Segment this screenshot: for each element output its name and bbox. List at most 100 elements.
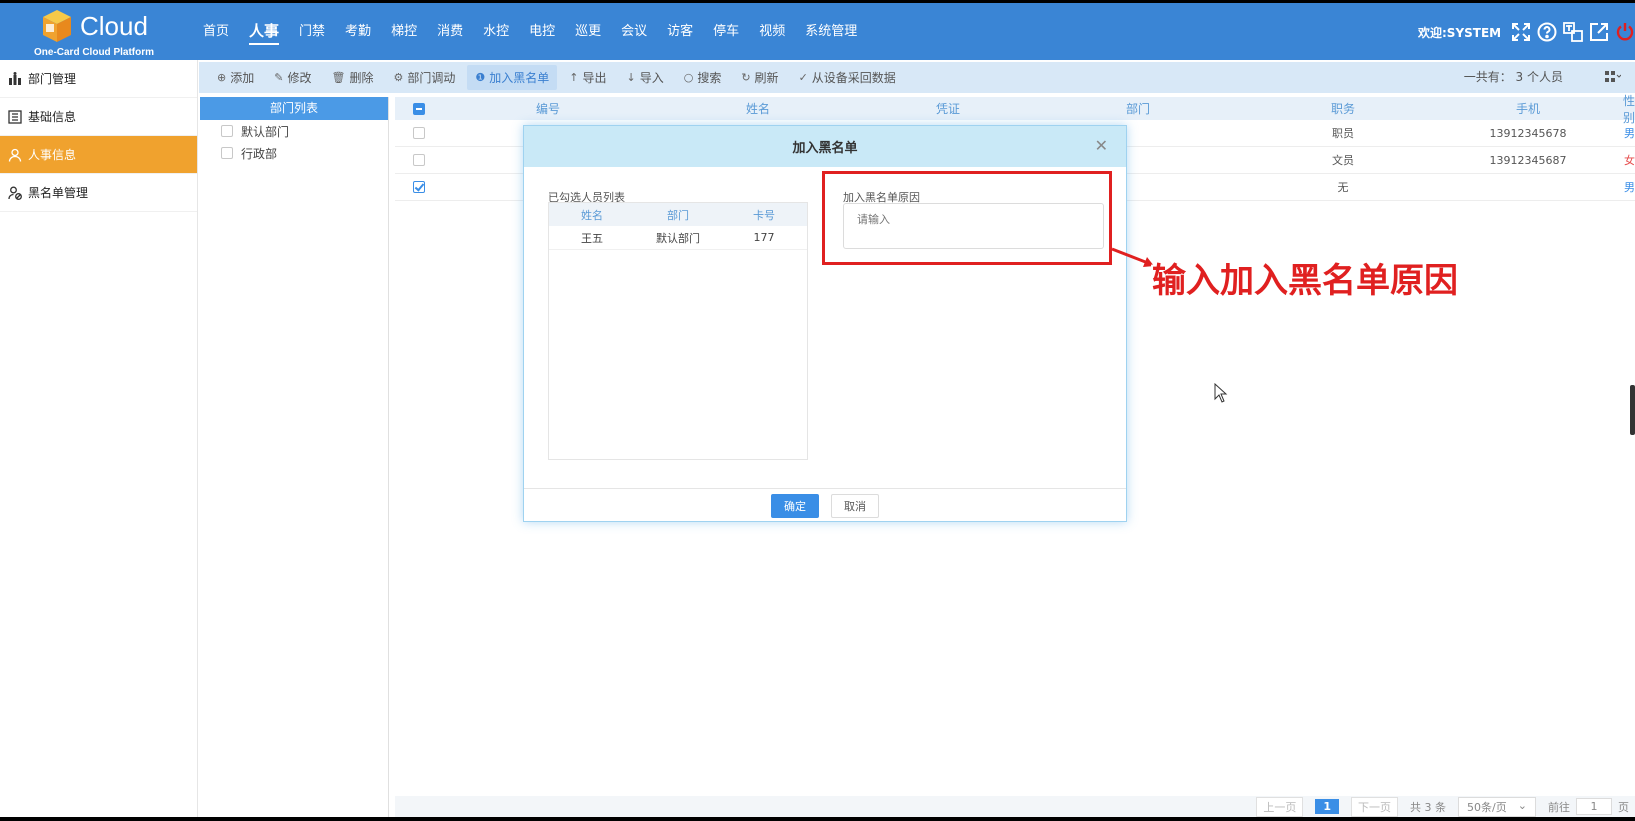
table-header: 编号 姓名 凭证 部门 职务 手机 性别 xyxy=(395,94,1635,125)
cell-gender: 男 xyxy=(1624,127,1635,140)
nav-item[interactable]: 门禁 xyxy=(299,3,325,60)
row-checkbox[interactable] xyxy=(413,127,425,139)
app-window: Cloud One-Card Cloud Platform 首页 人事 门禁 考勤 梯控… xyxy=(0,3,1635,817)
current-page[interactable]: 1 xyxy=(1315,799,1339,814)
grid-view-icon[interactable] xyxy=(1605,71,1622,85)
total-items: 共 3 条 xyxy=(1410,800,1446,814)
nav-item[interactable]: 考勤 xyxy=(345,3,371,60)
list-cell-name: 王五 xyxy=(581,231,603,245)
export-icon: ↑ xyxy=(569,71,579,84)
col-header-name[interactable]: 姓名 xyxy=(653,100,863,117)
dept-list: 默认部门 行政部 xyxy=(200,120,388,164)
nav-item[interactable]: 系统管理 xyxy=(805,3,857,60)
annotation-highlight-box xyxy=(822,171,1112,265)
toolbar-button[interactable]: ❶ 加入黑名单 xyxy=(467,65,558,90)
add-icon: ⊕ xyxy=(217,71,227,84)
col-header-id[interactable]: 编号 xyxy=(443,100,653,117)
confirm-button[interactable]: 确定 xyxy=(771,493,819,518)
toolbar-button[interactable]: ↑ 导出 xyxy=(561,65,614,90)
select-all-checkbox[interactable] xyxy=(413,102,425,115)
nav-item[interactable]: 访客 xyxy=(667,3,693,60)
col-header-phone[interactable]: 手机 xyxy=(1443,100,1613,117)
power-icon[interactable] xyxy=(1612,21,1635,43)
col-header-position[interactable]: 职务 xyxy=(1243,100,1443,117)
main-nav: 首页 人事 门禁 考勤 梯控 消费 水控 电控 巡更 会议 访客 停车 视频 系统管理 xyxy=(203,3,877,60)
col-header-gender[interactable]: 性别 xyxy=(1613,92,1635,126)
sidebar-item[interactable]: 黑名单管理 xyxy=(0,174,197,212)
org-chart-icon xyxy=(7,71,23,87)
col-header-dept[interactable]: 部门 xyxy=(1033,100,1243,117)
col-header-credential[interactable]: 凭证 xyxy=(863,100,1033,117)
total-count: 一共有： 3 个人员 xyxy=(1463,70,1563,84)
list-cell-dept: 默认部门 xyxy=(656,231,700,245)
nav-item[interactable]: 电控 xyxy=(529,3,555,60)
dept-panel-title: 部门列表 xyxy=(200,97,388,120)
nav-item[interactable]: 停车 xyxy=(713,3,739,60)
selected-person-list: 姓名 部门 卡号 王五 默认部门 177 xyxy=(548,202,808,460)
dept-panel: 部门列表 默认部门 行政部 xyxy=(200,97,389,817)
selected-list-header: 姓名 部门 卡号 xyxy=(549,203,807,226)
page-size-value: 50条/页 xyxy=(1467,800,1507,814)
next-page-button[interactable]: 下一页 xyxy=(1351,796,1398,817)
dialog-header: 加入黑名单 ✕ xyxy=(524,126,1126,167)
nav-item[interactable]: 巡更 xyxy=(575,3,601,60)
toolbar-button-label: 搜索 xyxy=(697,71,722,85)
toolbar-button-label: 添加 xyxy=(230,71,255,85)
list-doc-icon xyxy=(7,109,23,125)
row-checkbox[interactable] xyxy=(413,154,425,166)
toolbar-button[interactable]: ○ 搜索 xyxy=(676,65,730,90)
nav-item[interactable]: 消费 xyxy=(437,3,463,60)
close-icon[interactable]: ✕ xyxy=(1095,136,1108,155)
dept-item[interactable]: 行政部 xyxy=(200,142,388,164)
toolbar-button-label: 部门调动 xyxy=(407,71,456,85)
toolbar-button-label: 从设备采回数据 xyxy=(811,71,896,85)
dept-checkbox[interactable] xyxy=(221,125,233,137)
fullscreen-icon[interactable] xyxy=(1508,21,1534,43)
dept-checkbox[interactable] xyxy=(221,147,233,159)
prev-page-button[interactable]: 上一页 xyxy=(1256,796,1304,817)
toolbar-button[interactable]: ↻ 刷新 xyxy=(733,65,786,90)
page-size-select[interactable]: 50条/页 ⌄ xyxy=(1458,796,1536,817)
nav-item[interactable]: 首页 xyxy=(203,3,229,60)
dialog-title: 加入黑名单 xyxy=(792,141,858,156)
goto-page-input[interactable]: 1 xyxy=(1576,798,1612,815)
toolbar-button-label: 修改 xyxy=(287,71,312,85)
logo: Cloud One-Card Cloud Platform xyxy=(30,7,165,59)
language-icon[interactable] xyxy=(1560,21,1586,43)
nav-item[interactable]: 梯控 xyxy=(391,3,417,60)
sidebar-item-label: 部门管理 xyxy=(28,72,77,86)
cancel-button[interactable]: 取消 xyxy=(831,493,879,518)
selected-list-rows: 王五 默认部门 177 xyxy=(549,226,807,250)
dept-item[interactable]: 默认部门 xyxy=(200,120,388,142)
nav-item[interactable]: 人事 xyxy=(249,3,280,60)
dialog-footer: 确定 取消 xyxy=(524,488,1126,522)
cell-gender: 女 xyxy=(1624,154,1635,167)
delete-icon: 🗑 xyxy=(331,71,346,84)
edit-icon: ✎ xyxy=(274,71,284,84)
toolbar-buttons: ⊕ 添加 ✎ 修改 🗑 删除 ⚙ 部门调动 ❶ 加入黑名单 ↑ 导出 ↓ 导入 ○ 搜索 ↻ 刷新 ✓ 从设备采回数据 xyxy=(209,65,908,90)
cell-position: 无 xyxy=(1337,181,1349,194)
nav-item[interactable]: 会议 xyxy=(621,3,647,60)
toolbar-button[interactable]: ↓ 导入 xyxy=(618,65,671,90)
sidebar-item-label: 黑名单管理 xyxy=(28,186,89,200)
row-checkbox[interactable] xyxy=(413,181,425,193)
sidebar-item[interactable]: 基础信息 xyxy=(0,98,197,136)
pagination: 上一页 1 下一页 共 3 条 50条/页 ⌄ 前往 1 页 xyxy=(395,796,1635,817)
nav-item[interactable]: 水控 xyxy=(483,3,509,60)
sidebar-item-label: 基础信息 xyxy=(28,110,77,124)
external-link-icon[interactable] xyxy=(1586,21,1612,43)
toolbar-button[interactable]: ✎ 修改 xyxy=(266,65,319,90)
sidebar-item[interactable]: 部门管理 xyxy=(0,60,197,98)
top-header: Cloud One-Card Cloud Platform 首页 人事 门禁 考勤 梯控… xyxy=(0,3,1635,60)
sidebar: 部门管理基础信息人事信息黑名单管理 xyxy=(0,60,198,817)
scroll-handle[interactable] xyxy=(1630,385,1635,435)
toolbar-button[interactable]: ⚙ 部门调动 xyxy=(385,65,463,90)
header-icons xyxy=(1508,21,1635,43)
sidebar-item[interactable]: 人事信息 xyxy=(0,136,197,174)
help-icon[interactable] xyxy=(1534,21,1560,43)
nav-item[interactable]: 视频 xyxy=(759,3,785,60)
toolbar-button[interactable]: 🗑 删除 xyxy=(323,65,381,90)
cell-phone: 13912345678 xyxy=(1489,126,1567,140)
toolbar-button[interactable]: ⊕ 添加 xyxy=(209,65,262,90)
toolbar-button[interactable]: ✓ 从设备采回数据 xyxy=(791,65,904,90)
